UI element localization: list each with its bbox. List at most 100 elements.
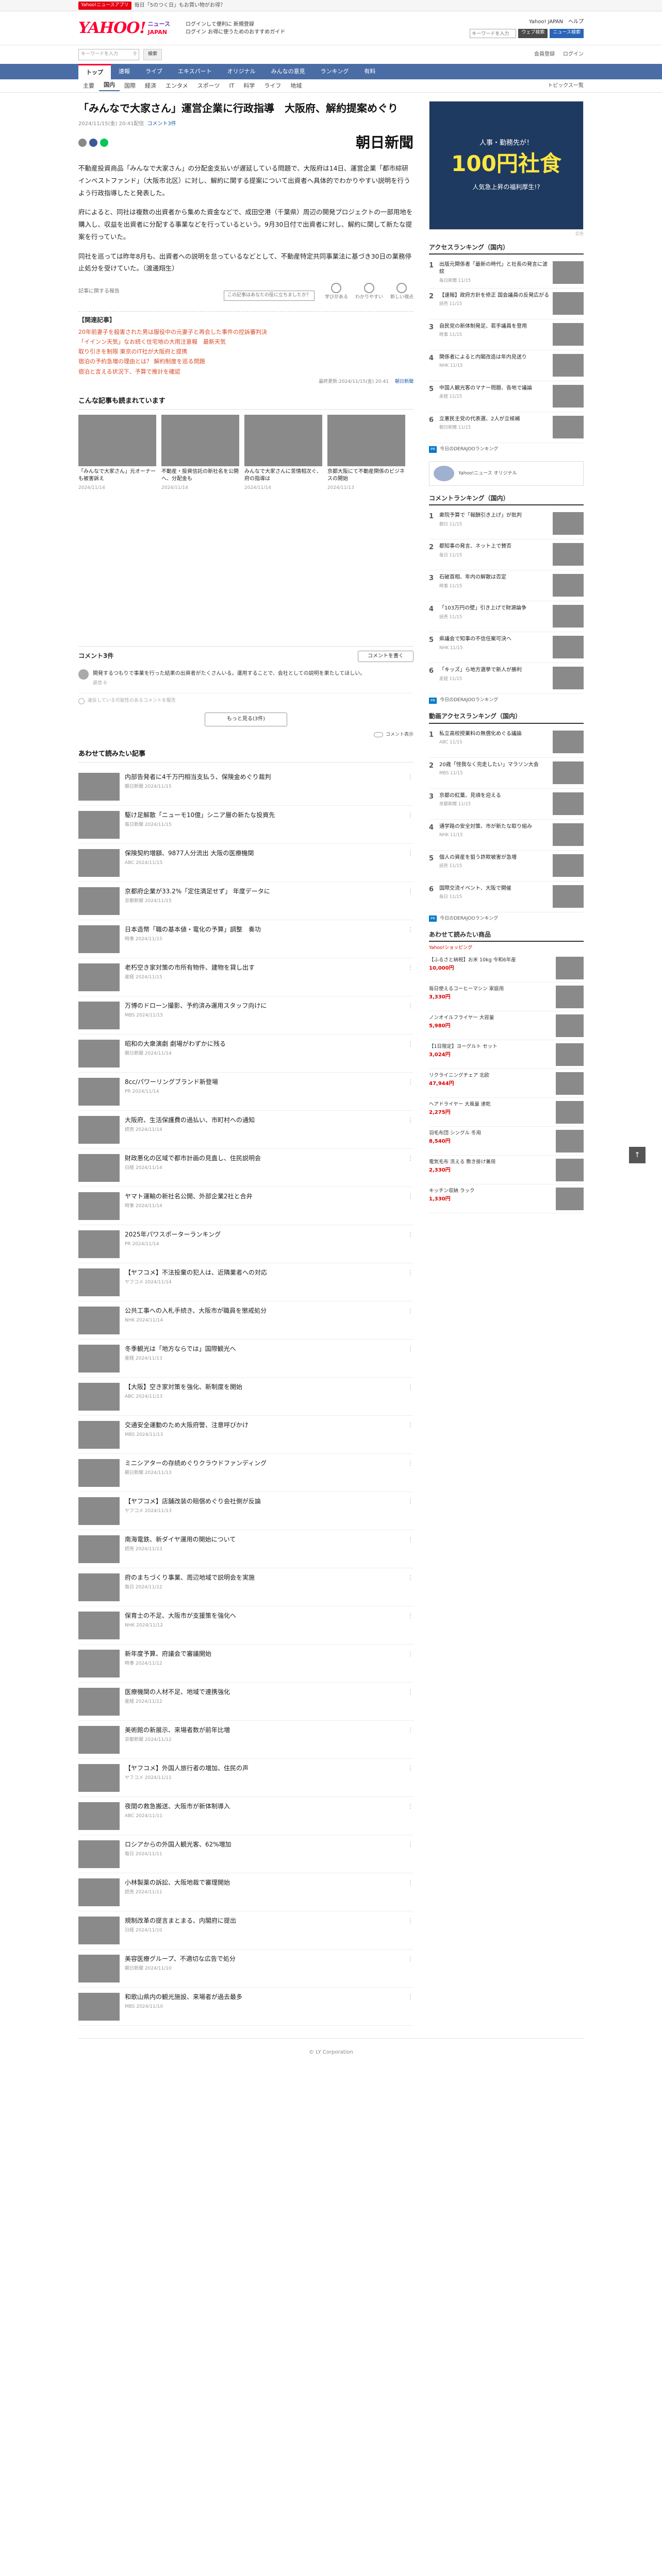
- comment-note-text[interactable]: 違反している可能性のあるコメントを報告: [88, 698, 176, 704]
- feed-item[interactable]: 南海電鉄、新ダイヤ運用の開始について 読売 2024/11/13 ⋮: [78, 1530, 413, 1568]
- ranking-item[interactable]: 2 都知事の発言、ネット上で賛否 毎日 11/15: [429, 539, 584, 571]
- feed-item[interactable]: ロシアからの外国人観光客、62%増加 毎日 2024/11/11 ⋮: [78, 1835, 413, 1873]
- shop-item[interactable]: 羽毛布団 シングル 冬用 8,540円: [429, 1127, 584, 1156]
- feed-item[interactable]: 老朽空き家対策の市所有物件、建物を貸し出す 産経 2024/11/15 ⋮: [78, 958, 413, 996]
- more-icon[interactable]: ⋮: [407, 1917, 413, 1925]
- feed-item[interactable]: 【ヤフコメ】店舗改装の賠償めぐり会社側が反論 ヤフコメ 2024/11/13 ⋮: [78, 1492, 413, 1530]
- more-icon[interactable]: ⋮: [407, 1535, 413, 1544]
- header-link-help[interactable]: ヘルプ: [568, 19, 584, 26]
- feed-item[interactable]: 日本造幣「職の基本値・電化の予算」調整 奏功 時事 2024/11/15 ⋮: [78, 920, 413, 958]
- shop-item[interactable]: 電気毛布 洗える 敷き掛け兼用 2,330円: [429, 1156, 584, 1185]
- page-top-button[interactable]: ↑: [629, 1147, 646, 1163]
- subnav-life[interactable]: ライフ: [259, 82, 286, 90]
- share-line-icon[interactable]: [100, 138, 108, 147]
- register-link[interactable]: 会員登録: [534, 51, 555, 59]
- more-icon[interactable]: ⋮: [407, 773, 413, 782]
- feed-item[interactable]: 医療機関の人材不足、地域で連携強化 産経 2024/11/12 ⋮: [78, 1683, 413, 1721]
- more-icon[interactable]: ⋮: [407, 849, 413, 858]
- more-icon[interactable]: ⋮: [407, 1802, 413, 1811]
- share-x-icon[interactable]: [78, 138, 87, 147]
- ranking-item[interactable]: 5 中国人観光客のマナー問題、各地で議論 産経 11/15: [429, 381, 584, 412]
- nav-expert[interactable]: エキスパート: [170, 64, 220, 79]
- header-link-yahoo[interactable]: Yahoo! JAPAN: [529, 19, 563, 26]
- ranking-item[interactable]: 3 京都の紅葉、見頃を迎える 京都新聞 11/15: [429, 789, 584, 820]
- toggle-switch[interactable]: [373, 732, 383, 738]
- recommend-card[interactable]: みんなで大家さんに苦情相次ぐ、府の指導は 2024/11/14: [244, 414, 322, 492]
- nav-opinion[interactable]: みんなの意見: [263, 64, 313, 79]
- subnav-entertainment[interactable]: エンタメ: [161, 82, 193, 90]
- more-icon[interactable]: ⋮: [407, 1307, 413, 1315]
- more-icon[interactable]: ⋮: [407, 1459, 413, 1468]
- feed-item[interactable]: 8cc/パワーリングブランド新登場 PR 2024/11/14 ⋮: [78, 1073, 413, 1111]
- report-link[interactable]: 記事に関する報告: [78, 288, 120, 296]
- subnav-local[interactable]: 地域: [286, 82, 306, 90]
- subnav-economy[interactable]: 経済: [140, 82, 161, 90]
- shop-item[interactable]: リクライニングチェア 北欧 47,944円: [429, 1069, 584, 1098]
- shop-item[interactable]: キッチン収納 ラック 1,330円: [429, 1184, 584, 1214]
- more-icon[interactable]: ⋮: [407, 1764, 413, 1773]
- feed-item[interactable]: 保険契約増額、9877人分流出 大阪の医療機関 ABC 2024/11/15 ⋮: [78, 844, 413, 882]
- feed-item[interactable]: ヤマト運輸の新社名公開、外部企業2社と合弁 時事 2024/11/14 ⋮: [78, 1187, 413, 1225]
- news-search-button[interactable]: ニュース検索: [550, 28, 584, 38]
- more-icon[interactable]: ⋮: [407, 1688, 413, 1697]
- ranking-item[interactable]: 1 衆院予算で「報酬引き上げ」が批判 朝日 11/15: [429, 509, 584, 540]
- ranking-item[interactable]: 6 立憲民主党の代表選、2人が立候補 朝日新聞 11/15: [429, 412, 584, 443]
- shop-item[interactable]: 毎日使えるコーヒーマシン 家庭用 3,330円: [429, 982, 584, 1012]
- ranking-item[interactable]: 2 20歳「怪我なく完走したい」マラソン大会 MBS 11/15: [429, 758, 584, 789]
- top-promo[interactable]: 毎日「5のつく日」もお買い物がお得？: [135, 2, 225, 10]
- more-icon[interactable]: ⋮: [407, 1612, 413, 1620]
- related-link[interactable]: 宿泊と言える状況下、予算で推計を確認: [78, 367, 413, 377]
- feed-item[interactable]: 美術館の新展示、来場者数が前年比増 京都新聞 2024/11/12 ⋮: [78, 1721, 413, 1759]
- subnav-sports[interactable]: スポーツ: [193, 82, 225, 90]
- feed-item[interactable]: 和歌山県内の観光施設、来場者が過去最多 MBS 2024/11/10 ⋮: [78, 1988, 413, 2026]
- subnav-domestic[interactable]: 国内: [99, 81, 120, 92]
- feed-item[interactable]: 駆け足解散「ニューモ10億」シニア層の新たな投資先 毎日新聞 2024/11/15…: [78, 806, 413, 844]
- feed-item[interactable]: 京都府企業が33.2%「定住満足せず」 年度データに 京都新聞 2024/11/1…: [78, 882, 413, 920]
- more-icon[interactable]: ⋮: [407, 1993, 413, 2002]
- app-badge[interactable]: Yahoo!ニュースアプリ: [78, 2, 131, 10]
- publisher-link[interactable]: 朝日新聞: [395, 379, 413, 385]
- feed-item[interactable]: 2025年パワスポーターランキング PR 2024/11/14 ⋮: [78, 1225, 413, 1263]
- subnav-world[interactable]: 国際: [120, 82, 140, 90]
- ranking-item[interactable]: 1 出版元関係者「最新の時代」と社長の発言に波紋 毎日新聞 11/15: [429, 258, 584, 289]
- related-link[interactable]: 宿泊の予約急増の理由とは？ 解約制度を巡る問題: [78, 357, 413, 366]
- more-icon[interactable]: ⋮: [407, 1078, 413, 1087]
- nav-ranking[interactable]: ランキング: [313, 64, 357, 79]
- sidebar-ad[interactable]: 人事・勤務先が！ 100円社食 人気急上昇の福利厚生!?: [429, 101, 584, 230]
- ranking-item[interactable]: 6 国際交流イベント、大阪で開催 毎日 11/15: [429, 882, 584, 912]
- header-search-input[interactable]: [470, 28, 517, 38]
- shop-item[interactable]: 【1日限定】ヨーグルト セット 3,024円: [429, 1040, 584, 1070]
- subnav-science[interactable]: 科学: [239, 82, 259, 90]
- recommend-card[interactable]: 不動産・投資信託の新社名を公開へ、分配金も 2024/11/14: [161, 414, 239, 492]
- topics-list-link[interactable]: トピックス一覧: [548, 82, 584, 90]
- share-facebook-icon[interactable]: [89, 138, 97, 147]
- nav-original[interactable]: オリジナル: [220, 64, 263, 79]
- more-icon[interactable]: ⋮: [407, 1840, 413, 1849]
- more-icon[interactable]: ⋮: [407, 963, 413, 972]
- ranking-item[interactable]: 5 個人の資産を狙う詐欺被害が急増 読売 11/15: [429, 851, 584, 882]
- feed-item[interactable]: 新年度予算、府議会で審議開始 時事 2024/11/12 ⋮: [78, 1645, 413, 1683]
- nav-live[interactable]: ライブ: [138, 64, 170, 79]
- search-input[interactable]: キーワードを入力 ⚲: [78, 49, 139, 60]
- more-icon[interactable]: ⋮: [407, 1497, 413, 1506]
- more-icon[interactable]: ⋮: [407, 887, 413, 896]
- write-comment-button[interactable]: コメントを書く: [358, 650, 413, 663]
- ranking-item[interactable]: 3 自民党の新体制発足、若手議員を登用 時事 11/15: [429, 319, 584, 350]
- search-button[interactable]: 検索: [143, 49, 162, 60]
- more-icon[interactable]: ⋮: [407, 1192, 413, 1201]
- feed-item[interactable]: 【大阪】空き家対策を強化、新制度を開始 ABC 2024/11/13 ⋮: [78, 1378, 413, 1416]
- recommend-card[interactable]: 「みんなで大家さん」元オーナーも被害訴え 2024/11/14: [78, 414, 156, 492]
- feed-item[interactable]: 財政悪化の区域で都市計画の見直し、住民説明会 日経 2024/11/14 ⋮: [78, 1149, 413, 1187]
- ranking-item[interactable]: 1 私立高校授業料の無償化めぐる議論 ABC 11/15: [429, 727, 584, 758]
- feed-item[interactable]: 交通安全運動のため大阪府警、注意呼びかけ MBS 2024/11/13 ⋮: [78, 1416, 413, 1454]
- ranking-item[interactable]: 4 「103万円の壁」引き上げで財源論争 読売 11/15: [429, 601, 584, 633]
- feed-item[interactable]: 美容医療グループ、不適切な広告で処分 朝日新聞 2024/11/10 ⋮: [78, 1950, 413, 1988]
- reply-link[interactable]: 返信 0: [93, 680, 107, 687]
- more-icon[interactable]: ⋮: [407, 925, 413, 934]
- reaction-learn[interactable]: 学びがある: [325, 283, 348, 301]
- more-icon[interactable]: ⋮: [407, 1116, 413, 1125]
- more-icon[interactable]: ⋮: [407, 1230, 413, 1239]
- shop-item[interactable]: 【ふるさと納税】お米 10kg 令和6年産 10,000円: [429, 954, 584, 983]
- more-icon[interactable]: ⋮: [407, 1040, 413, 1048]
- feed-item[interactable]: 【ヤフコメ】外国人旅行者の増加、住民の声 ヤフコメ 2024/11/11 ⋮: [78, 1759, 413, 1797]
